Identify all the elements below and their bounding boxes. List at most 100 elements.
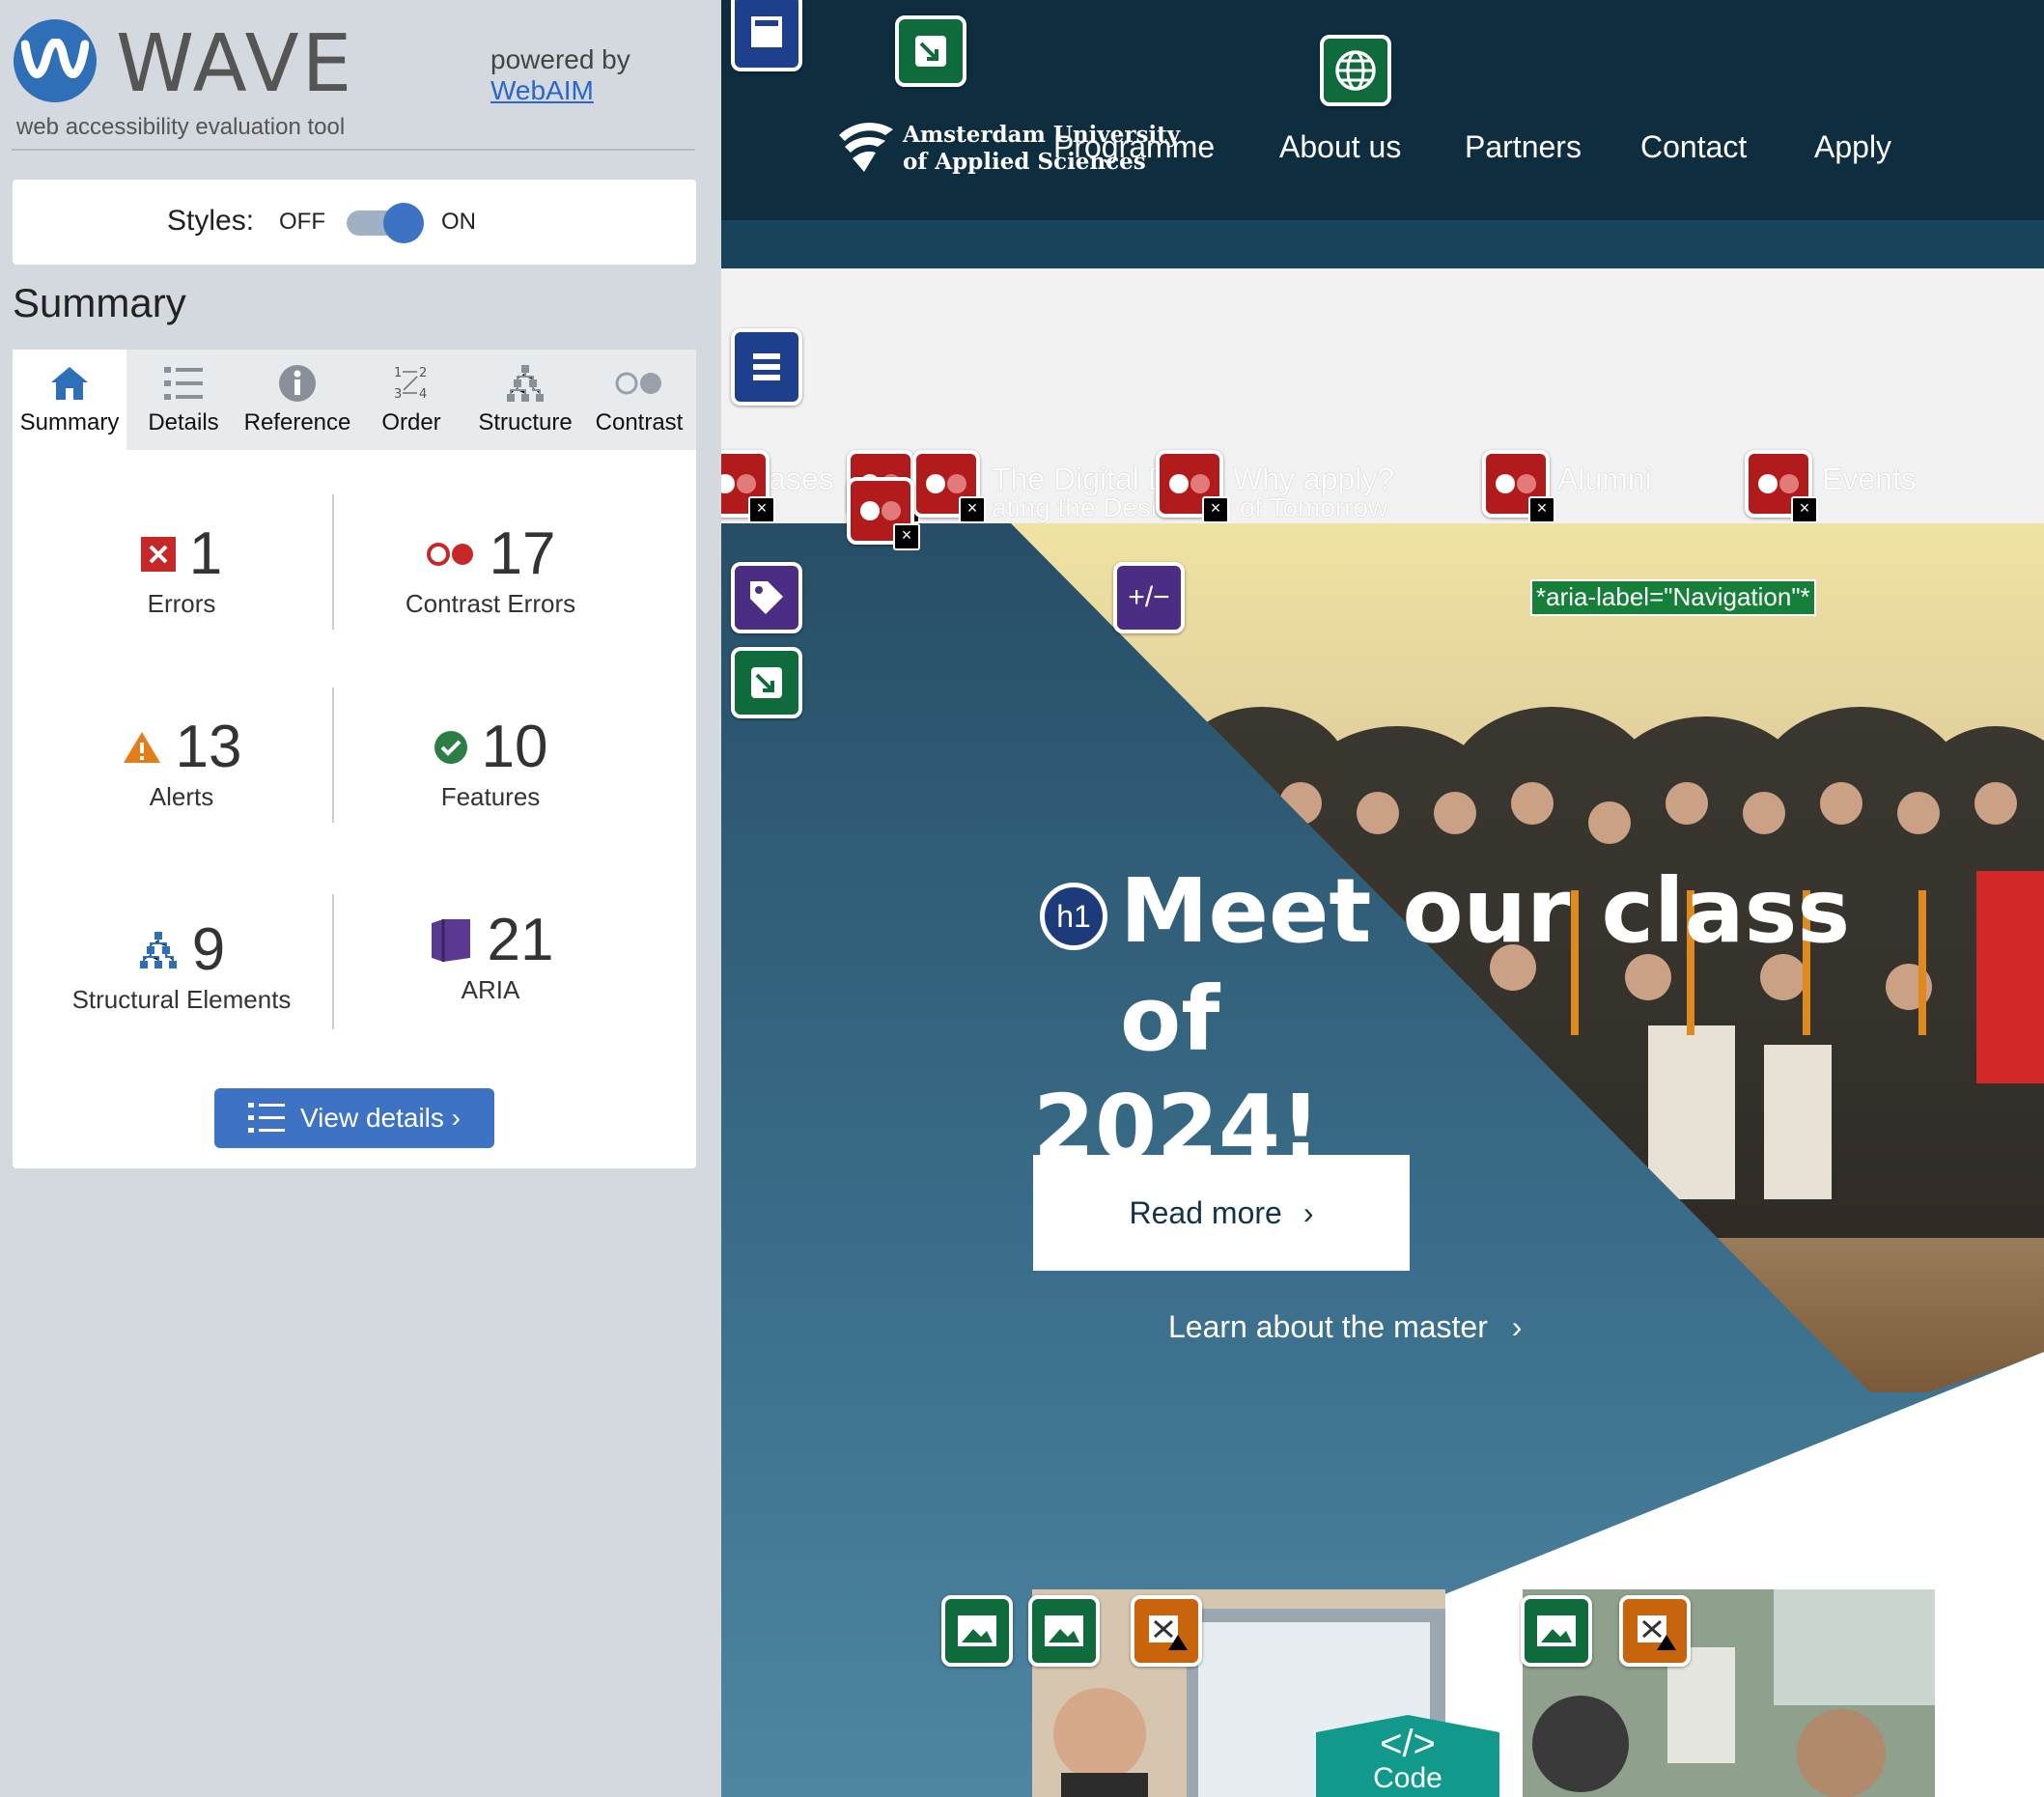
close-icon: × bbox=[1791, 496, 1818, 523]
contrast-errors-label: Contrast Errors bbox=[405, 589, 576, 618]
divider bbox=[332, 494, 334, 630]
code-badge: </> Code bbox=[1316, 1715, 1499, 1797]
features-label: Features bbox=[440, 782, 541, 811]
wave-alt-text-icon[interactable] bbox=[1521, 1595, 1592, 1667]
contrast-icon bbox=[582, 361, 696, 406]
wave-tabs: Summary Details Reference 1 2 3 4 Order Str… bbox=[13, 350, 696, 450]
nav-contact[interactable]: Contact bbox=[1640, 129, 1747, 165]
read-more-button[interactable]: Read more › bbox=[1033, 1155, 1410, 1271]
wave-subtitle: web accessibility evaluation tool bbox=[16, 114, 346, 140]
svg-text:4: 4 bbox=[419, 387, 427, 402]
wave-navigation-icon[interactable] bbox=[731, 328, 802, 406]
code-label: Code bbox=[1373, 1762, 1442, 1794]
menu-alumni[interactable]: Alumni bbox=[1557, 462, 1652, 497]
wave-language-icon[interactable] bbox=[1320, 35, 1391, 106]
wave-aria-label-icon[interactable] bbox=[731, 562, 802, 633]
wave-contrast-error-icon[interactable]: × bbox=[721, 450, 775, 523]
aria-stat[interactable]: 21 ARIA bbox=[346, 910, 635, 1005]
globe-icon bbox=[1335, 50, 1376, 91]
close-icon: × bbox=[1202, 496, 1229, 523]
wave-contrast-error-icon[interactable]: × bbox=[1745, 450, 1818, 523]
tab-contrast-label: Contrast bbox=[595, 409, 684, 435]
code-icon: </> bbox=[1380, 1723, 1436, 1765]
tab-structure[interactable]: Structure bbox=[468, 350, 582, 450]
tab-order[interactable]: 1 2 3 4 Order bbox=[354, 350, 468, 450]
learn-more-label: Learn about the master bbox=[1168, 1309, 1488, 1344]
image-alt-icon bbox=[1537, 1615, 1576, 1646]
nav-apply[interactable]: Apply bbox=[1814, 129, 1891, 165]
structural-stat[interactable]: 9 Structural Elements bbox=[37, 919, 326, 1015]
wave-contrast-error-icon[interactable]: × bbox=[1156, 450, 1229, 523]
errors-stat[interactable]: 1 Errors bbox=[37, 523, 326, 619]
menu-events[interactable]: Events bbox=[1822, 462, 1917, 497]
aria-label: ARIA bbox=[461, 975, 520, 1004]
aria-count: 21 bbox=[487, 907, 554, 973]
alerts-count: 13 bbox=[175, 714, 242, 780]
image-alert-icon bbox=[1149, 1615, 1188, 1650]
tab-summary[interactable]: Summary bbox=[13, 350, 126, 450]
alerts-label: Alerts bbox=[149, 782, 214, 811]
styles-label: Styles: bbox=[167, 205, 255, 237]
info-icon bbox=[240, 361, 354, 406]
structural-count: 9 bbox=[191, 916, 226, 983]
styles-toggle-knob[interactable] bbox=[383, 203, 424, 243]
site-subheader-bar bbox=[721, 220, 2044, 268]
alerts-stat[interactable]: 13 Alerts bbox=[37, 716, 326, 812]
tab-contrast[interactable]: Contrast bbox=[582, 350, 696, 450]
hva-logo-icon bbox=[839, 123, 893, 172]
nav-programme[interactable]: Programme bbox=[1053, 129, 1215, 165]
tab-reference[interactable]: Reference bbox=[240, 350, 354, 450]
tab-order-label: Order bbox=[381, 409, 441, 435]
wave-alt-text-icon[interactable] bbox=[1028, 1595, 1100, 1667]
wave-alt-text-icon[interactable] bbox=[941, 1595, 1013, 1667]
wave-suspicious-alt-icon[interactable] bbox=[1619, 1595, 1691, 1667]
wave-title: WAVE bbox=[116, 18, 355, 110]
close-icon: × bbox=[959, 496, 986, 523]
aria-icon bbox=[431, 919, 470, 962]
powered-by-text: powered by bbox=[490, 44, 630, 74]
wave-aria-expanded-icon[interactable]: +/− bbox=[1113, 562, 1185, 633]
read-more-label: Read more bbox=[1129, 1194, 1282, 1230]
wave-contrast-error-icon[interactable]: × bbox=[1482, 450, 1555, 523]
summary-panel: 1 Errors 17 Contrast Errors 13 Alerts 10 bbox=[13, 450, 696, 1168]
nav-about-us[interactable]: About us bbox=[1279, 129, 1401, 165]
nav-partners[interactable]: Partners bbox=[1465, 129, 1582, 165]
errors-count: 1 bbox=[188, 520, 223, 587]
tab-details[interactable]: Details bbox=[126, 350, 240, 450]
tab-reference-label: Reference bbox=[243, 409, 351, 435]
tab-details-label: Details bbox=[148, 409, 219, 435]
image-alt-icon bbox=[958, 1615, 996, 1646]
contrast-errors-stat[interactable]: 17 Contrast Errors bbox=[346, 523, 635, 619]
wave-suspicious-alt-icon[interactable] bbox=[1131, 1595, 1202, 1667]
wave-skip-link-icon[interactable] bbox=[895, 15, 966, 87]
aria-label-tag: *aria-label="Navigation"* bbox=[1530, 579, 1816, 616]
alert-icon bbox=[123, 732, 160, 763]
summary-heading: Summary bbox=[13, 280, 186, 325]
view-details-button[interactable]: View details › bbox=[214, 1088, 494, 1148]
styles-toggle-box: Styles: OFF ON bbox=[13, 180, 696, 265]
features-stat[interactable]: 10 Features bbox=[346, 716, 635, 812]
nav-region-icon bbox=[753, 353, 780, 380]
svg-text:3: 3 bbox=[394, 387, 402, 402]
structure-icon bbox=[468, 361, 582, 406]
evaluated-website: Amsterdam University of Applied Sciences… bbox=[721, 0, 2044, 1797]
close-icon: × bbox=[1528, 496, 1555, 523]
list-icon bbox=[247, 1103, 285, 1133]
feature-check-icon bbox=[434, 731, 467, 764]
wave-structure-header-icon[interactable] bbox=[731, 0, 802, 71]
skip-target-icon bbox=[751, 667, 782, 698]
order-icon: 1 2 3 4 bbox=[354, 361, 468, 406]
webaim-link[interactable]: WebAIM bbox=[490, 75, 594, 106]
tag-icon bbox=[750, 581, 783, 614]
skip-arrow-icon bbox=[915, 36, 946, 67]
learn-more-link[interactable]: Learn about the master › bbox=[1168, 1309, 1522, 1345]
expand-collapse-icon: +/− bbox=[1128, 581, 1170, 613]
contrast-error-icon bbox=[426, 543, 473, 566]
close-icon: × bbox=[893, 523, 920, 550]
divider bbox=[12, 149, 695, 151]
wave-contrast-error-icon[interactable]: × bbox=[847, 477, 920, 550]
image-alert-icon bbox=[1638, 1615, 1676, 1650]
wave-skip-target-icon[interactable] bbox=[731, 647, 802, 718]
wave-contrast-error-icon[interactable]: × bbox=[912, 450, 986, 523]
wave-sidebar: WAVE web accessibility evaluation tool p… bbox=[0, 0, 721, 1797]
